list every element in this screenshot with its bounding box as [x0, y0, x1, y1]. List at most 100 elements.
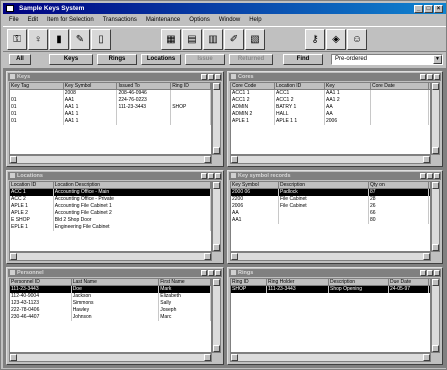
- table-row[interactable]: 112-40-9004 Jackson Elizabeth: [10, 293, 211, 300]
- keys-grid[interactable]: Key Tag Key Symbol Issued To Ring ID 200…: [9, 82, 212, 155]
- minimize-button[interactable]: [201, 74, 207, 80]
- scroll-left-arrow-icon[interactable]: [231, 354, 238, 361]
- column-header[interactable]: Core Code: [231, 83, 275, 89]
- scroll-left-arrow-icon[interactable]: [10, 156, 17, 163]
- scroll-up-arrow-icon[interactable]: [432, 182, 439, 189]
- cabinet-icon[interactable]: ▥: [203, 29, 223, 50]
- locations-button[interactable]: Locations: [141, 54, 181, 65]
- minimize-button[interactable]: [420, 74, 426, 80]
- sheet-icon[interactable]: ▧: [245, 29, 265, 50]
- table-row-selected[interactable]: 2000 06 Padlock 87: [231, 189, 430, 196]
- rings-grid[interactable]: Ring ID Ring Holder Description Due Date…: [230, 278, 431, 353]
- cores-grid[interactable]: Core Code Location ID Key Core Date ACC1…: [230, 82, 431, 155]
- scroll-down-arrow-icon[interactable]: [213, 345, 220, 352]
- find-button[interactable]: Find: [283, 54, 323, 65]
- scroll-right-arrow-icon[interactable]: [204, 354, 211, 361]
- cores-window[interactable]: Cores Core Code Location ID Key Core Dat…: [227, 71, 443, 167]
- filter-combo[interactable]: Pre-ordered ▼: [331, 54, 443, 65]
- horizontal-scrollbar[interactable]: [9, 252, 212, 261]
- horizontal-scrollbar[interactable]: [230, 252, 431, 261]
- table-row[interactable]: ACC 2 Accounting Office - Private: [10, 196, 211, 203]
- vertical-scrollbar[interactable]: [431, 181, 440, 252]
- vertical-scrollbar[interactable]: [212, 181, 221, 252]
- column-header[interactable]: Issued To: [117, 83, 172, 89]
- table-row[interactable]: 01 AA1 224-76-0223: [10, 97, 211, 104]
- menu-item-for-selection[interactable]: Item for Selection: [47, 16, 94, 25]
- table-row-selected[interactable]: ACC 1 Accounting Office - Main: [10, 189, 211, 196]
- maximize-button[interactable]: [208, 74, 214, 80]
- person-icon[interactable]: ☺: [347, 29, 367, 50]
- horizontal-scrollbar[interactable]: [9, 353, 212, 362]
- scroll-up-arrow-icon[interactable]: [213, 83, 220, 90]
- vertical-scrollbar[interactable]: [212, 278, 221, 353]
- table-row[interactable]: APLE 1 Accounting File Cabinet 1: [10, 203, 211, 210]
- table-row-selected[interactable]: SHOP 111-23-3443 Shop Opening 24-05-97: [231, 286, 430, 293]
- floorplan-icon[interactable]: ▤: [182, 29, 202, 50]
- scroll-left-arrow-icon[interactable]: [10, 354, 17, 361]
- close-button[interactable]: [434, 74, 440, 80]
- personnel-grid[interactable]: Personnel ID Last Name First Name 111-23…: [9, 278, 212, 353]
- cart-icon[interactable]: ◈: [326, 29, 346, 50]
- column-header[interactable]: Description: [279, 182, 369, 188]
- table-row[interactable]: E SHOP Bld 2 Shop Door: [10, 217, 211, 224]
- maximize-button[interactable]: [427, 173, 433, 179]
- close-button[interactable]: ×: [434, 5, 443, 13]
- table-row[interactable]: EPLE 1 Engineering File Cabinet: [10, 224, 211, 231]
- vertical-scrollbar[interactable]: [212, 82, 221, 155]
- scroll-down-arrow-icon[interactable]: [213, 147, 220, 154]
- menu-help[interactable]: Help: [249, 16, 261, 25]
- column-header[interactable]: Location Description: [54, 182, 211, 188]
- scroll-left-arrow-icon[interactable]: [10, 253, 17, 260]
- menu-options[interactable]: Options: [189, 16, 210, 25]
- table-row[interactable]: 01 AA1 1 111-23-3443 SHOP: [10, 104, 211, 111]
- vertical-scrollbar[interactable]: [431, 278, 440, 353]
- table-row[interactable]: APLE 1 APLE 1 1 2006: [231, 118, 430, 125]
- column-header[interactable]: Last Name: [72, 279, 160, 285]
- scroll-up-arrow-icon[interactable]: [432, 83, 439, 90]
- key-symbols-grid[interactable]: Key Symbol Description Qty on 2000 06 Pad…: [230, 181, 431, 252]
- scroll-right-arrow-icon[interactable]: [423, 156, 430, 163]
- close-button[interactable]: [215, 74, 221, 80]
- column-header[interactable]: Key Tag: [10, 83, 64, 89]
- close-button[interactable]: [215, 270, 221, 276]
- column-header[interactable]: Location ID: [275, 83, 325, 89]
- rings-window[interactable]: Rings Ring ID Ring Holder Description Du…: [227, 267, 443, 365]
- table-row[interactable]: 01 AA1 1: [10, 111, 211, 118]
- scroll-right-arrow-icon[interactable]: [423, 354, 430, 361]
- table-row[interactable]: AA 66: [231, 210, 430, 217]
- keyring-icon[interactable]: ▦: [161, 29, 181, 50]
- column-header[interactable]: Qty on: [369, 182, 429, 188]
- column-header[interactable]: Due Date: [389, 279, 429, 285]
- maximize-button[interactable]: [208, 173, 214, 179]
- minimize-button[interactable]: [201, 270, 207, 276]
- scroll-left-arrow-icon[interactable]: [231, 156, 238, 163]
- column-header[interactable]: Key Symbol: [231, 182, 279, 188]
- horizontal-scrollbar[interactable]: [230, 353, 431, 362]
- table-row[interactable]: ADMIN BATRY 1 AA: [231, 104, 430, 111]
- column-header[interactable]: Core Date: [371, 83, 429, 89]
- column-header[interactable]: Description: [329, 279, 389, 285]
- minimize-button[interactable]: [420, 173, 426, 179]
- column-header[interactable]: Personnel ID: [10, 279, 72, 285]
- menu-file[interactable]: File: [9, 16, 19, 25]
- locations-grid[interactable]: Location ID Location Description ACC 1 Ac…: [9, 181, 212, 252]
- column-header[interactable]: Location ID: [10, 182, 54, 188]
- menu-maintenance[interactable]: Maintenance: [146, 16, 180, 25]
- scroll-down-arrow-icon[interactable]: [432, 244, 439, 251]
- horizontal-scrollbar[interactable]: [230, 155, 431, 164]
- maximize-button[interactable]: [427, 270, 433, 276]
- maximize-button[interactable]: [427, 74, 433, 80]
- scroll-down-arrow-icon[interactable]: [213, 244, 220, 251]
- scroll-left-arrow-icon[interactable]: [231, 253, 238, 260]
- table-row[interactable]: 2200 File Cabinet 28: [231, 196, 430, 203]
- table-row[interactable]: 230-46-4407 Johnson Marc: [10, 314, 211, 321]
- issue-button[interactable]: Issue: [185, 54, 225, 65]
- table-row[interactable]: ACC1 2 ACC1 2 AA1 2: [231, 97, 430, 104]
- table-row-selected[interactable]: 111-23-3443 Doe Mark: [10, 286, 211, 293]
- maximize-button[interactable]: □: [424, 5, 433, 13]
- menu-window[interactable]: Window: [219, 16, 240, 25]
- column-header[interactable]: Key Symbol: [64, 83, 118, 89]
- scroll-right-arrow-icon[interactable]: [423, 253, 430, 260]
- door-icon[interactable]: ▯: [91, 29, 111, 50]
- maximize-button[interactable]: [208, 270, 214, 276]
